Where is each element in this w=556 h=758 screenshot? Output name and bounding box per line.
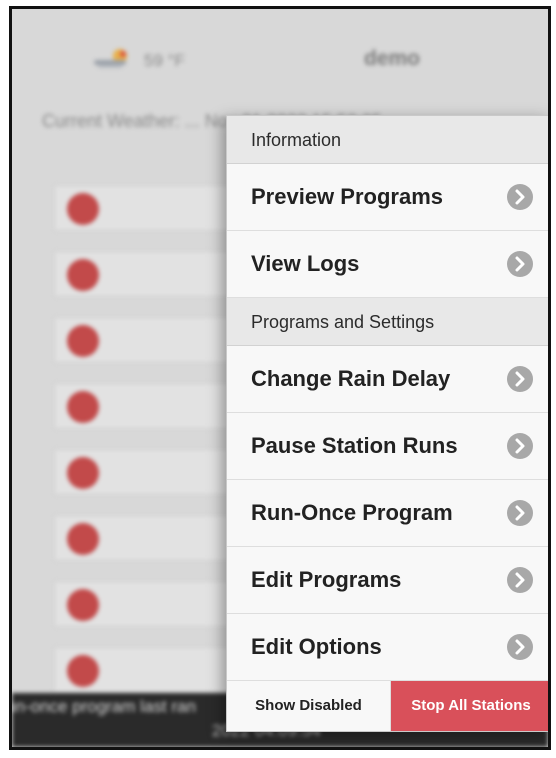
station-status-dot [67, 391, 99, 423]
chevron-right-icon [507, 500, 533, 526]
site-name: demo [364, 47, 421, 70]
station-status-dot [67, 457, 99, 489]
chevron-right-icon [507, 567, 533, 593]
menu-item-view-logs[interactable]: View Logs [227, 231, 548, 298]
station-status-dot [67, 259, 99, 291]
footer-status-text: un-once program last ran [9, 697, 196, 716]
chevron-right-icon [507, 634, 533, 660]
weather-icon [90, 47, 132, 69]
menu-item-label: Edit Options [251, 634, 382, 659]
station-status-dot [67, 589, 99, 621]
station-status-dot [67, 523, 99, 555]
menu-item-label: Edit Programs [251, 567, 402, 592]
station-status-dot [67, 325, 99, 357]
menu-item-edit-options[interactable]: Edit Options [227, 614, 548, 681]
chevron-right-icon [507, 251, 533, 277]
menu-item-preview-programs[interactable]: Preview Programs [227, 164, 548, 231]
weather-temperature: 59 °F [144, 51, 185, 70]
menu-item-pause-station-runs[interactable]: Pause Station Runs [227, 413, 548, 480]
menu-item-label: Change Rain Delay [251, 366, 451, 391]
menu-item-run-once-program[interactable]: Run-Once Program [227, 480, 548, 547]
menu-section-information: Information [227, 116, 548, 164]
chevron-right-icon [507, 184, 533, 210]
menu-section-programs-settings: Programs and Settings [227, 298, 548, 346]
options-menu: Information Preview Programs View Logs P… [226, 115, 548, 732]
menu-item-change-rain-delay[interactable]: Change Rain Delay [227, 346, 548, 413]
station-status-dot [67, 193, 99, 225]
show-disabled-button[interactable]: Show Disabled [227, 681, 391, 731]
chevron-right-icon [507, 433, 533, 459]
menu-item-label: Run-Once Program [251, 500, 453, 525]
menu-item-edit-programs[interactable]: Edit Programs [227, 547, 548, 614]
menu-bottom-bar: Show Disabled Stop All Stations [227, 681, 548, 731]
menu-item-label: Preview Programs [251, 184, 443, 209]
chevron-right-icon [507, 366, 533, 392]
menu-item-label: View Logs [251, 251, 360, 276]
station-status-dot [67, 655, 99, 687]
menu-item-label: Pause Station Runs [251, 433, 458, 458]
stop-all-stations-button[interactable]: Stop All Stations [391, 681, 548, 731]
app-screen: 59 °F demo Current Weather: ... Nov 21 2… [9, 6, 551, 750]
